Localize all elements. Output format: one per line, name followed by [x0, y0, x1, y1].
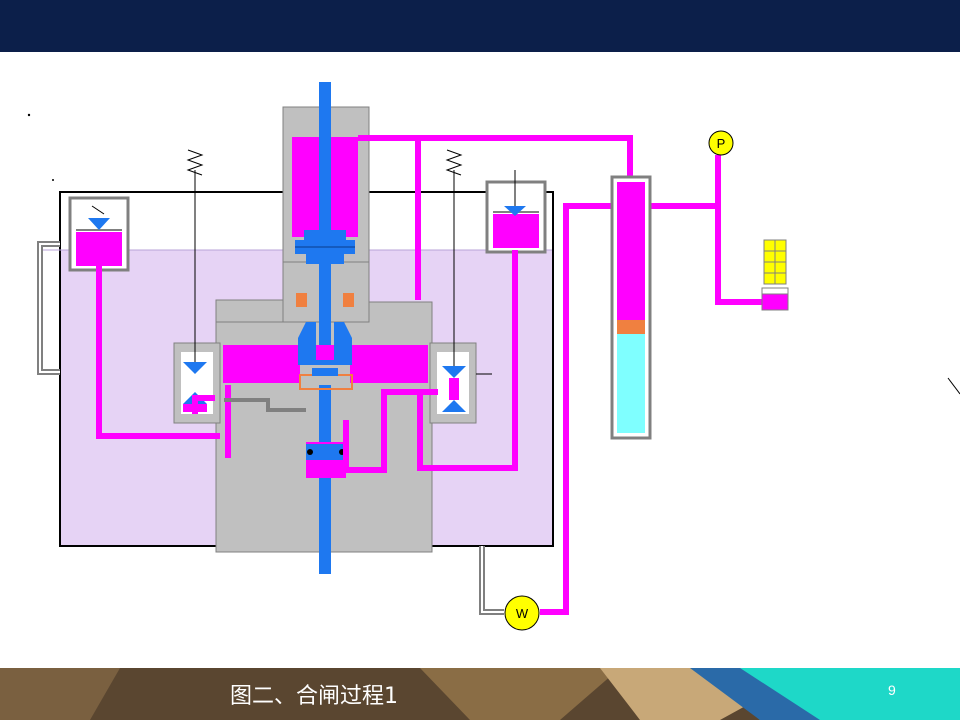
- accumulator-gas: [617, 334, 645, 433]
- footer-band: [0, 668, 960, 720]
- hydraulic-circuit-diagram: P W: [27, 82, 960, 631]
- left-seal: [296, 293, 307, 307]
- drain-pipe: [479, 546, 504, 615]
- pressure-gauge-label: P: [717, 136, 726, 151]
- right-seal: [343, 293, 354, 307]
- slide-caption: 图二、合闸过程1: [230, 684, 398, 709]
- left-bypass-pipe: [37, 241, 60, 375]
- accumulator-oil: [617, 182, 645, 320]
- main-piston-rod: [319, 82, 331, 574]
- oil-pump-label: W: [516, 606, 529, 621]
- page-number: 9: [888, 682, 896, 698]
- accumulator-piston: [617, 320, 645, 334]
